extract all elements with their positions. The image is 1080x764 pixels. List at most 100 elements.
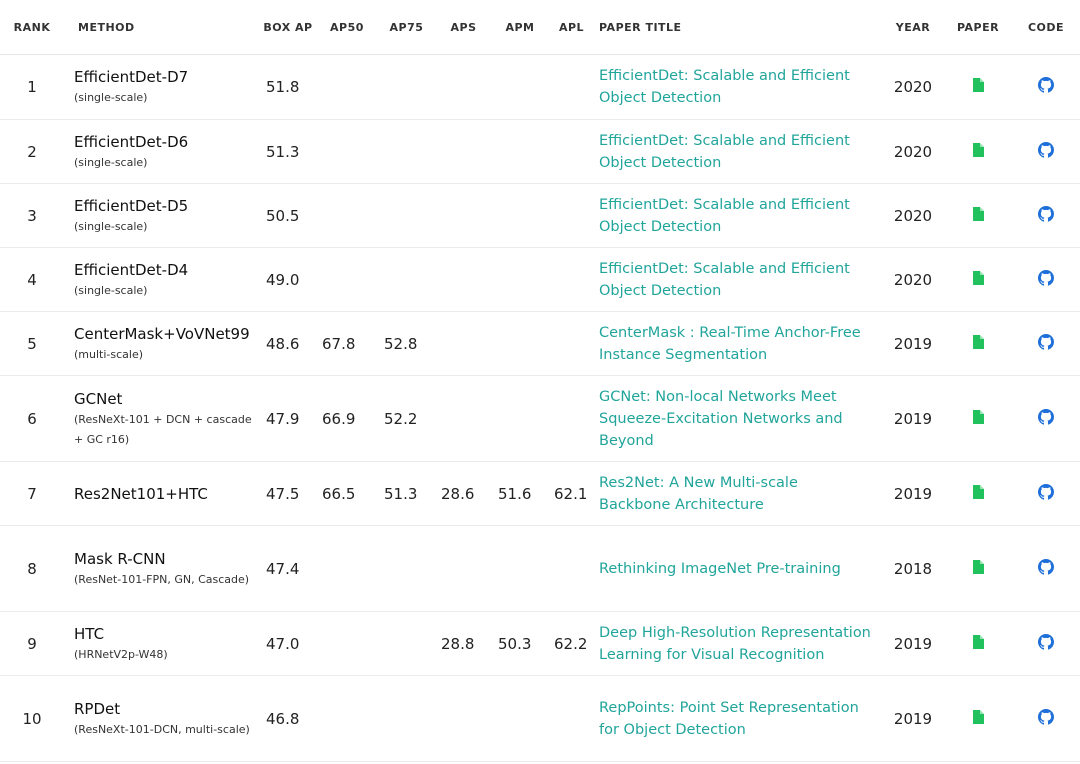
rank-cell: 7	[0, 461, 64, 526]
paper-title-link[interactable]: GCNet: Non-local Networks Meet Squeeze-E…	[599, 389, 843, 449]
paper-title-link[interactable]: Rethinking ImageNet Pre-training	[599, 561, 841, 577]
ap75-cell: 51.3	[378, 461, 435, 526]
table-row: 8 Mask R-CNN (ResNet-101-FPN, GN, Cascad…	[0, 525, 1080, 612]
apm-cell	[492, 311, 548, 376]
paper-cell	[944, 183, 1012, 248]
paper-cell	[944, 54, 1012, 120]
header-paper-title: PAPER TITLE	[595, 0, 882, 55]
paper-title-cell: Deep High-Resolution Representation Lear…	[595, 611, 882, 676]
header-ap75: AP75	[378, 0, 435, 55]
code-cell	[1012, 119, 1080, 184]
code-cell	[1012, 54, 1080, 120]
document-icon[interactable]	[972, 142, 984, 161]
document-icon[interactable]	[972, 634, 984, 653]
document-icon[interactable]	[972, 78, 984, 96]
apl-cell	[548, 525, 595, 612]
code-cell	[1012, 183, 1080, 248]
method-name: GCNet	[74, 389, 123, 408]
document-icon[interactable]	[972, 709, 984, 728]
method-name: Res2Net101+HTC	[74, 484, 208, 503]
github-icon[interactable]	[1038, 77, 1054, 97]
paper-title-link[interactable]: Deep High-Resolution Representation Lear…	[599, 625, 871, 663]
method-name: RPDet	[74, 699, 121, 718]
method-name: CenterMask+VoVNet99	[74, 324, 250, 343]
leaderboard-table: RANK METHOD BOX AP AP50 AP75 APS APM APL…	[0, 0, 1080, 762]
aps-cell	[435, 54, 492, 120]
apl-cell: 62.1	[548, 461, 595, 526]
github-icon[interactable]	[1038, 333, 1054, 354]
apl-cell: 62.2	[548, 611, 595, 676]
paper-title-cell: EfficientDet: Scalable and Efficient Obj…	[595, 183, 882, 248]
ap50-cell: 66.9	[316, 375, 378, 462]
ap50-cell	[316, 247, 378, 312]
document-icon[interactable]	[972, 409, 984, 428]
header-ap50: AP50	[316, 0, 378, 55]
github-icon[interactable]	[1038, 558, 1054, 579]
ap75-cell: 52.8	[378, 311, 435, 376]
method-name: EfficientDet-D4	[74, 260, 189, 279]
ap50-cell	[316, 183, 378, 248]
table-row: 1 EfficientDet-D7 (single-scale) 51.8 Ef…	[0, 54, 1080, 120]
header-apl: APL	[548, 0, 595, 55]
github-icon[interactable]	[1038, 205, 1054, 226]
paper-cell	[944, 525, 1012, 612]
table-row: 7 Res2Net101+HTC 47.5 66.5 51.3 28.6 51.…	[0, 461, 1080, 526]
paper-title-link[interactable]: EfficientDet: Scalable and Efficient Obj…	[599, 197, 850, 235]
ap50-cell	[316, 611, 378, 676]
code-cell	[1012, 525, 1080, 612]
aps-cell: 28.6	[435, 461, 492, 526]
rank-cell: 8	[0, 525, 64, 612]
code-cell	[1012, 461, 1080, 526]
table-row: 2 EfficientDet-D6 (single-scale) 51.3 Ef…	[0, 119, 1080, 184]
paper-title-link[interactable]: Res2Net: A New Multi-scale Backbone Arch…	[599, 475, 798, 513]
apl-cell	[548, 311, 595, 376]
rank-cell: 9	[0, 611, 64, 676]
paper-title-cell: EfficientDet: Scalable and Efficient Obj…	[595, 54, 882, 120]
code-cell	[1012, 247, 1080, 312]
method-cell: EfficientDet-D6 (single-scale)	[64, 119, 260, 184]
ap50-cell	[316, 675, 378, 762]
document-icon[interactable]	[972, 559, 984, 578]
aps-cell	[435, 247, 492, 312]
rank-cell: 2	[0, 119, 64, 184]
github-icon[interactable]	[1038, 408, 1054, 429]
paper-title-link[interactable]: EfficientDet: Scalable and Efficient Obj…	[599, 68, 850, 106]
method-cell: HTC (HRNetV2p-W48)	[64, 611, 260, 676]
github-icon[interactable]	[1038, 633, 1054, 654]
ap75-cell	[378, 183, 435, 248]
document-icon[interactable]	[972, 484, 984, 503]
paper-title-link[interactable]: CenterMask : Real-Time Anchor-Free Insta…	[599, 325, 861, 363]
paper-title-link[interactable]: EfficientDet: Scalable and Efficient Obj…	[599, 133, 850, 171]
rank-cell: 6	[0, 375, 64, 462]
year-cell: 2020	[882, 183, 944, 248]
box-ap-cell: 46.8	[260, 675, 316, 762]
ap75-cell	[378, 525, 435, 612]
github-icon[interactable]	[1038, 483, 1054, 504]
aps-cell: 28.8	[435, 611, 492, 676]
github-icon[interactable]	[1038, 269, 1054, 290]
apm-cell	[492, 54, 548, 120]
apm-cell: 51.6	[492, 461, 548, 526]
box-ap-cell: 49.0	[260, 247, 316, 312]
header-year: YEAR	[882, 0, 944, 55]
method-cell: Res2Net101+HTC	[64, 461, 260, 526]
table-header: RANK METHOD BOX AP AP50 AP75 APS APM APL…	[0, 0, 1080, 55]
method-detail: (ResNet-101-FPN, GN, Cascade)	[74, 572, 250, 586]
document-icon[interactable]	[972, 206, 984, 225]
github-icon[interactable]	[1038, 141, 1054, 162]
header-row: RANK METHOD BOX AP AP50 AP75 APS APM APL…	[0, 0, 1080, 55]
paper-title-link[interactable]: EfficientDet: Scalable and Efficient Obj…	[599, 261, 850, 299]
document-icon[interactable]	[972, 270, 984, 289]
paper-title-link[interactable]: RepPoints: Point Set Representation for …	[599, 700, 859, 738]
ap50-cell	[316, 525, 378, 612]
method-detail: (single-scale)	[74, 155, 148, 169]
method-name: EfficientDet-D7	[74, 68, 189, 86]
ap50-cell: 67.8	[316, 311, 378, 376]
box-ap-cell: 50.5	[260, 183, 316, 248]
table-row: 5 CenterMask+VoVNet99 (multi-scale) 48.6…	[0, 311, 1080, 376]
header-method: METHOD	[64, 0, 260, 55]
github-icon[interactable]	[1038, 708, 1054, 729]
rank-cell: 5	[0, 311, 64, 376]
code-cell	[1012, 311, 1080, 376]
document-icon[interactable]	[972, 334, 984, 353]
